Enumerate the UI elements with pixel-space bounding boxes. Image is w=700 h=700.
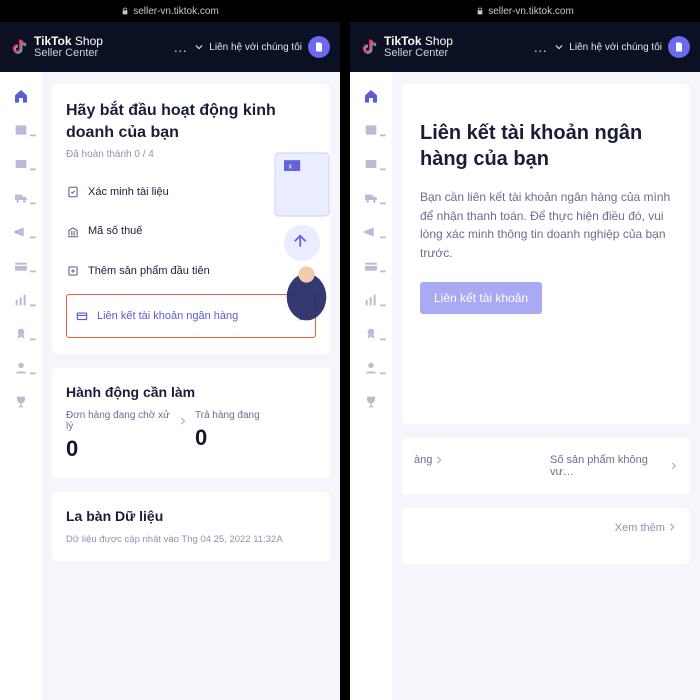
stat-cell-b[interactable]: Số sản phẩm không vư…	[550, 454, 678, 478]
chevron-right-icon	[179, 417, 187, 425]
onboarding-title: Hãy bắt đầu hoạt động kinh doanh của bạn	[66, 100, 316, 143]
todo-returns[interactable]: Trả hàng đang 0	[195, 410, 316, 462]
nav-home-icon[interactable]	[13, 88, 29, 104]
nav-orders-icon[interactable]: •••	[363, 122, 379, 138]
nav-products-icon[interactable]: •••	[363, 156, 379, 172]
see-more-link[interactable]: Xem thêm	[615, 522, 676, 534]
nav-shipping-icon[interactable]: •••	[363, 190, 379, 206]
link-bank-button[interactable]: Liên kết tài khoản	[420, 282, 542, 314]
nav-analytics-icon[interactable]: •••	[13, 292, 29, 308]
main-content-right: Liên kết tài khoản ngân hàng của bạn Bạn…	[392, 72, 700, 700]
stats-row: àng Số sản phẩm không vư…	[402, 438, 690, 494]
card-icon	[75, 309, 89, 323]
nav-account-icon[interactable]: •••	[13, 360, 29, 376]
screen-right: seller-vn.tiktok.com TikTok Shop Seller …	[350, 0, 700, 700]
header-round-button[interactable]	[668, 36, 690, 58]
nav-finance-icon[interactable]: •••	[363, 258, 379, 274]
nav-products-icon[interactable]: •••	[13, 156, 29, 172]
header-menu-ellipsis[interactable]: …	[171, 39, 189, 55]
stat-cell-a[interactable]: àng	[414, 454, 542, 466]
nav-trophy-icon[interactable]	[363, 394, 379, 410]
contact-link[interactable]: Liên hệ với chúng tôi	[569, 42, 662, 53]
screen-left: seller-vn.tiktok.com TikTok Shop Seller …	[0, 0, 350, 700]
todo-title: Hành động cần làm	[66, 384, 316, 400]
nav-growth-icon[interactable]: •••	[13, 326, 29, 342]
see-more-card: Xem thêm	[402, 508, 690, 564]
link-bank-desc: Bạn cần liên kết tài khoản ngân hàng của…	[420, 188, 672, 262]
tiktok-logo-icon	[10, 38, 28, 56]
url-text: seller-vn.tiktok.com	[133, 6, 219, 17]
nav-growth-icon[interactable]: •••	[363, 326, 379, 342]
nav-account-icon[interactable]: •••	[363, 360, 379, 376]
todo-pending-orders[interactable]: Đơn hàng đang chờ xử lý 0	[66, 410, 187, 462]
nav-shipping-icon[interactable]: •••	[13, 190, 29, 206]
lock-icon	[121, 7, 129, 15]
compass-title: La bàn Dữ liệu	[66, 508, 316, 524]
nav-finance-icon[interactable]: •••	[13, 258, 29, 274]
onboarding-card: Hãy bắt đầu hoạt động kinh doanh của bạn…	[52, 84, 330, 354]
app-header: TikTok Shop Seller Center … Liên hệ với …	[350, 22, 700, 72]
nav-home-icon[interactable]	[363, 88, 379, 104]
compass-card: La bàn Dữ liệu Dữ liệu được cập nhật vào…	[52, 492, 330, 561]
nav-analytics-icon[interactable]: •••	[363, 292, 379, 308]
contact-link[interactable]: Liên hệ với chúng tôi	[209, 42, 302, 53]
url-text: seller-vn.tiktok.com	[488, 6, 574, 17]
app-header: TikTok Shop Seller Center … Liên hệ với …	[0, 22, 340, 72]
todo-card: Hành động cần làm Đơn hàng đang chờ xử l…	[52, 368, 330, 478]
chevron-right-icon	[435, 456, 443, 464]
sidebar-left: ••• ••• ••• ••• ••• ••• ••• •••	[0, 72, 42, 700]
main-content-left: Hãy bắt đầu hoạt động kinh doanh của bạn…	[42, 72, 340, 700]
document-icon	[673, 41, 685, 53]
chevron-down-icon	[195, 43, 203, 51]
nav-marketing-icon[interactable]: •••	[13, 224, 29, 240]
header-round-button[interactable]	[308, 36, 330, 58]
doc-check-icon	[66, 185, 80, 199]
bank-icon	[66, 225, 80, 239]
nav-orders-icon[interactable]: •••	[13, 122, 29, 138]
brand-text: TikTok Shop Seller Center	[384, 35, 453, 59]
sidebar-right: ••• ••• ••• ••• ••• ••• ••• •••	[350, 72, 392, 700]
header-menu-ellipsis[interactable]: …	[531, 39, 549, 55]
brand-text: TikTok Shop Seller Center	[34, 35, 103, 59]
url-bar: seller-vn.tiktok.com	[350, 0, 700, 22]
nav-marketing-icon[interactable]: •••	[363, 224, 379, 240]
plus-box-icon	[66, 264, 80, 278]
compass-updated: Dữ liệu được cập nhật vào Thg 04 25, 202…	[66, 534, 316, 545]
document-icon	[313, 41, 325, 53]
link-bank-title: Liên kết tài khoản ngân hàng của bạn	[420, 120, 672, 172]
url-bar: seller-vn.tiktok.com	[0, 0, 340, 22]
link-bank-card: Liên kết tài khoản ngân hàng của bạn Bạn…	[402, 84, 690, 424]
tiktok-logo-icon	[360, 38, 378, 56]
svg-text:x: x	[289, 161, 293, 170]
chevron-right-icon	[670, 462, 678, 470]
chevron-right-icon	[668, 523, 676, 531]
nav-trophy-icon[interactable]	[13, 394, 29, 410]
chevron-down-icon	[555, 43, 563, 51]
onboarding-illustration: x	[266, 144, 338, 324]
lock-icon	[476, 7, 484, 15]
